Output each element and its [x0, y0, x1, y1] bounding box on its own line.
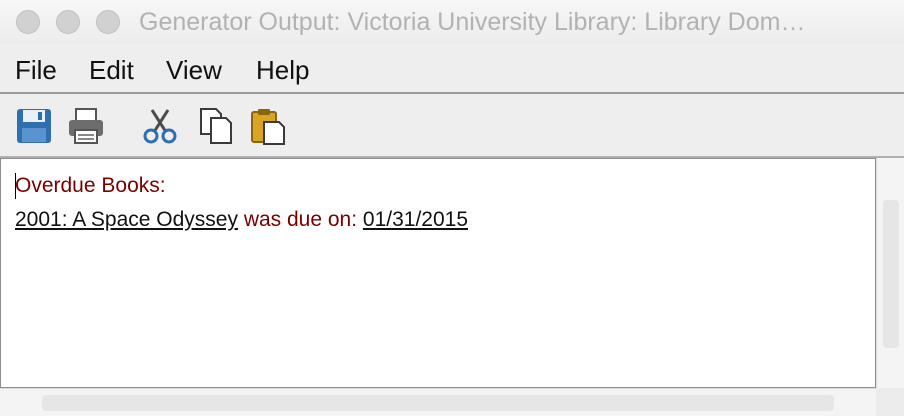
menu-bar: File Edit View Help	[0, 44, 904, 94]
toolbar	[0, 94, 904, 158]
app-window: Generator Output: Victoria University Li…	[0, 0, 904, 416]
print-button[interactable]	[66, 106, 106, 146]
copy-button[interactable]	[196, 106, 236, 146]
due-date-link[interactable]: 01/31/2015	[363, 208, 468, 231]
title-bar: Generator Output: Victoria University Li…	[0, 0, 904, 44]
cut-icon	[143, 109, 177, 144]
save-icon	[17, 109, 51, 143]
horizontal-scroll-thumb[interactable]	[42, 395, 834, 411]
menu-file[interactable]: File	[15, 55, 57, 85]
menu-view[interactable]: View	[166, 55, 222, 85]
scroll-corner	[876, 388, 904, 416]
window-title: Generator Output: Victoria University Li…	[139, 8, 806, 36]
paste-icon	[251, 109, 285, 145]
print-icon	[69, 108, 103, 144]
book-title-link[interactable]: 2001: A Space Odyssey	[15, 208, 238, 231]
horizontal-scrollbar[interactable]	[0, 388, 876, 416]
cut-button[interactable]	[140, 106, 180, 146]
overdue-heading: Overdue Books:	[15, 174, 166, 197]
close-window-button[interactable]	[16, 10, 40, 34]
menu-edit[interactable]: Edit	[89, 55, 134, 85]
vertical-scroll-thumb[interactable]	[883, 200, 899, 348]
menu-help[interactable]: Help	[256, 55, 309, 85]
minimize-window-button[interactable]	[56, 10, 80, 34]
output-text-area[interactable]: Overdue Books: 2001: A Space Odyssey was…	[0, 158, 876, 388]
vertical-scrollbar[interactable]	[876, 158, 904, 388]
overdue-entry: 2001: A Space Odyssey was due on: 01/31/…	[15, 205, 468, 235]
paste-button[interactable]	[248, 106, 288, 146]
save-button[interactable]	[14, 106, 54, 146]
zoom-window-button[interactable]	[96, 10, 120, 34]
copy-icon	[200, 108, 232, 144]
due-label: was due on:	[237, 208, 363, 231]
